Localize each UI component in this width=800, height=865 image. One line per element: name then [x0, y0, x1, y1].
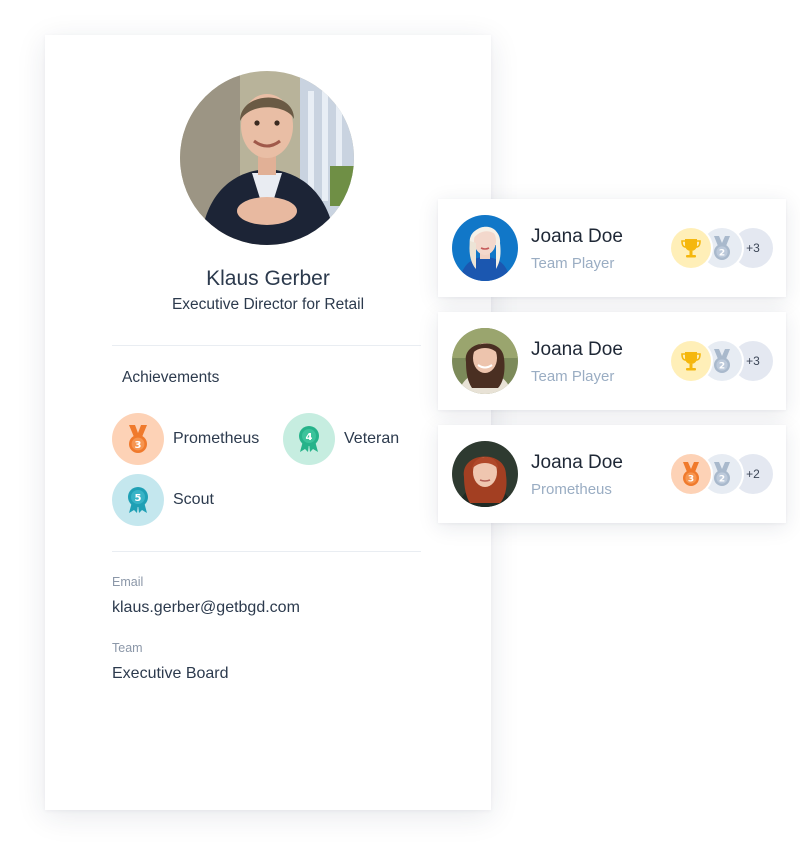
achievement-label: Prometheus: [173, 430, 260, 447]
member-photo: [452, 215, 518, 281]
profile-photo: [180, 71, 354, 245]
member-role: Prometheus: [531, 481, 612, 498]
member-role: Team Player: [531, 368, 615, 385]
profile-avatar: [180, 71, 354, 245]
member-card[interactable]: Joana Doe Team Player 2 +3: [438, 312, 786, 410]
rosette-number: 5: [135, 493, 142, 504]
svg-text:2: 2: [719, 362, 725, 372]
bronze-medal-3-icon: 3: [112, 413, 164, 465]
stage: Klaus Gerber Executive Director for Reta…: [0, 0, 800, 865]
achievements-title: Achievements: [122, 369, 220, 386]
member-badges: 2 +3: [671, 228, 781, 268]
gold-trophy-icon: [671, 341, 711, 381]
medal-number: 3: [135, 440, 142, 451]
achievement-label: Scout: [173, 491, 214, 508]
blue-rosette-5-icon: 5: [112, 474, 164, 526]
member-avatar: [452, 215, 518, 281]
member-badges: 2 +3: [671, 341, 781, 381]
bronze-medal-3-icon: 3: [671, 454, 711, 494]
member-name: Joana Doe: [531, 339, 623, 360]
member-name: Joana Doe: [531, 226, 623, 247]
member-avatar: [452, 328, 518, 394]
member-card[interactable]: Joana Doe Prometheus 3 2 +2: [438, 425, 786, 523]
achievement-scout[interactable]: 5 Scout: [112, 474, 214, 526]
member-role: Team Player: [531, 255, 615, 272]
team-value: Executive Board: [112, 665, 229, 682]
svg-text:2: 2: [719, 475, 725, 485]
email-label: Email: [112, 575, 144, 589]
achievement-veteran[interactable]: 4 Veteran: [283, 413, 399, 465]
rosette-number: 4: [306, 432, 313, 443]
gold-trophy-icon: [671, 228, 711, 268]
team-label: Team: [112, 641, 143, 655]
divider: [112, 345, 421, 346]
profile-card: Klaus Gerber Executive Director for Reta…: [45, 35, 491, 810]
member-badges: 3 2 +2: [671, 454, 781, 494]
profile-role: Executive Director for Retail: [171, 296, 365, 313]
teal-rosette-4-icon: 4: [283, 413, 335, 465]
svg-text:2: 2: [719, 249, 725, 259]
achievement-prometheus[interactable]: 3 Prometheus: [112, 413, 259, 465]
member-photo: [452, 328, 518, 394]
email-value[interactable]: klaus.gerber@getbgd.com: [112, 599, 300, 617]
achievement-label: Veteran: [344, 430, 400, 447]
svg-text:3: 3: [688, 475, 694, 485]
member-card[interactable]: Joana Doe Team Player 2 +3: [438, 199, 786, 297]
member-name: Joana Doe: [531, 452, 623, 473]
profile-name: Klaus Gerber: [206, 267, 330, 290]
member-photo: [452, 441, 518, 507]
member-avatar: [452, 441, 518, 507]
divider: [112, 551, 421, 552]
